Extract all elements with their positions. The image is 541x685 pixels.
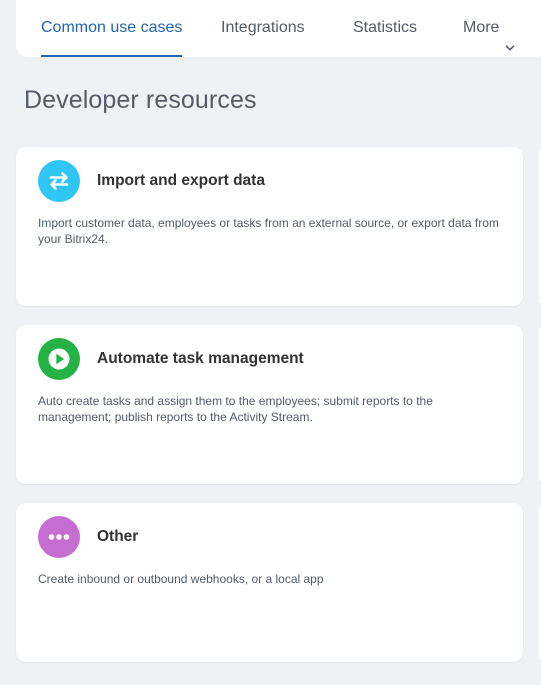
play-icon — [38, 338, 80, 380]
active-tab-indicator — [41, 55, 183, 57]
more-dots-icon — [38, 516, 80, 558]
card-import-export-data[interactable]: Import and export data Import customer d… — [16, 147, 523, 306]
tab-common-use-cases[interactable]: Common use cases — [41, 0, 183, 57]
card-description: Auto create tasks and assign them to the… — [38, 394, 433, 424]
tab-bar: Common use cases Integrations Statistics… — [16, 0, 541, 57]
tab-label: Common use cases — [41, 19, 183, 36]
card-title: Other — [97, 528, 139, 545]
tab-integrations[interactable]: Integrations — [221, 0, 305, 57]
tab-label: Statistics — [353, 19, 418, 36]
tab-more[interactable]: More — [463, 0, 515, 57]
tab-statistics[interactable]: Statistics — [353, 0, 417, 57]
card-automate-task-management[interactable]: Automate task management Auto create tas… — [16, 325, 523, 484]
card-description: Create inbound or outbound webhooks, or … — [38, 572, 324, 586]
page-title: Developer resources — [24, 86, 257, 114]
card-other[interactable]: Other Create inbound or outbound webhook… — [16, 503, 523, 662]
card-description: Import customer data, employees or tasks… — [38, 216, 499, 246]
tab-label: More — [463, 19, 500, 36]
arrows-swap-icon — [38, 160, 80, 202]
card-title: Automate task management — [97, 350, 304, 367]
chevron-down-icon — [505, 21, 515, 51]
tab-label: Integrations — [221, 19, 305, 36]
card-title: Import and export data — [97, 172, 265, 189]
